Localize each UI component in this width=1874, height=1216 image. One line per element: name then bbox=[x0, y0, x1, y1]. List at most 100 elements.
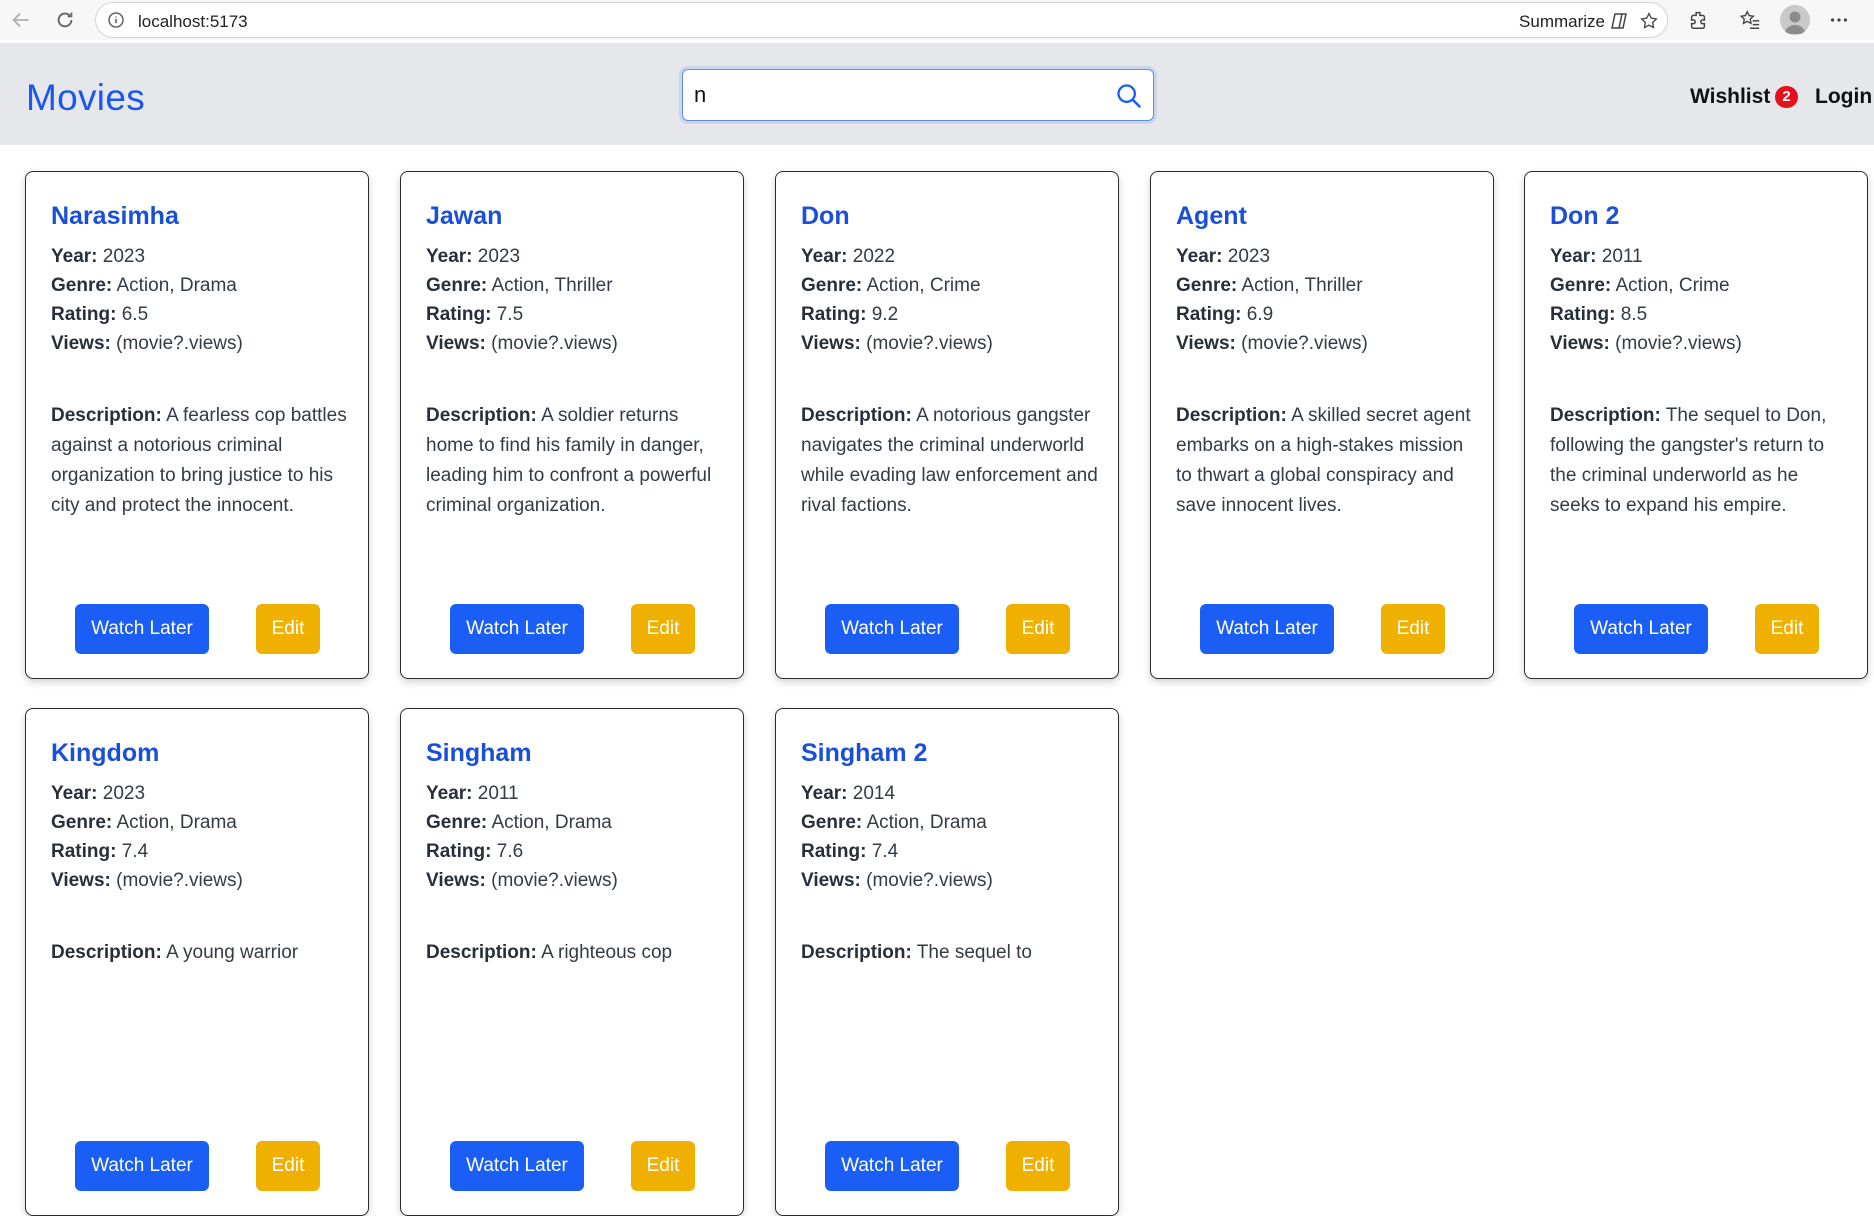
rating-value: 6.5 bbox=[121, 304, 149, 325]
edit-button[interactable]: Edit bbox=[256, 1141, 320, 1191]
more-icon[interactable] bbox=[1826, 7, 1852, 33]
rating-value: 7.5 bbox=[496, 304, 524, 325]
url-text[interactable]: localhost:5173 bbox=[138, 12, 248, 32]
movie-title[interactable]: Kingdom bbox=[51, 739, 159, 768]
genre-label: Genre: bbox=[51, 275, 113, 296]
extensions-icon[interactable] bbox=[1685, 7, 1711, 33]
rating-value: 7.4 bbox=[121, 841, 149, 862]
movie-views: Views: (movie?.views) bbox=[426, 333, 618, 355]
year-label: Year: bbox=[801, 246, 848, 267]
watch-later-button[interactable]: Watch Later bbox=[75, 604, 209, 654]
favorites-icon[interactable] bbox=[1737, 7, 1763, 33]
watch-later-button[interactable]: Watch Later bbox=[1574, 604, 1708, 654]
brand-title[interactable]: Movies bbox=[26, 77, 145, 119]
movie-card: Don 2 Year: 2011 Genre: Action, Crime Ra… bbox=[1524, 171, 1868, 679]
wishlist-link[interactable]: Wishlist 2 bbox=[1690, 85, 1798, 109]
movie-genre: Genre: Action, Drama bbox=[801, 812, 987, 834]
edit-button[interactable]: Edit bbox=[1006, 1141, 1070, 1191]
watch-later-button[interactable]: Watch Later bbox=[1200, 604, 1334, 654]
edit-button[interactable]: Edit bbox=[1006, 604, 1070, 654]
movie-description: Description: A soldier returns home to f… bbox=[426, 401, 724, 521]
copilot-icon[interactable] bbox=[1609, 11, 1629, 36]
movie-description: Description: A young warrior bbox=[51, 938, 349, 968]
reload-icon[interactable] bbox=[52, 7, 78, 33]
genre-value: Action, Thriller bbox=[1241, 275, 1363, 296]
genre-value: Action, Crime bbox=[1615, 275, 1730, 296]
edit-button[interactable]: Edit bbox=[631, 1141, 695, 1191]
year-value: 2011 bbox=[1601, 246, 1643, 267]
year-value: 2011 bbox=[477, 783, 519, 804]
views-value: (movie?.views) bbox=[866, 870, 993, 891]
profile-icon[interactable] bbox=[1780, 5, 1810, 35]
movie-title[interactable]: Singham 2 bbox=[801, 739, 927, 768]
description-label: Description: bbox=[1550, 405, 1661, 426]
edit-button[interactable]: Edit bbox=[1755, 604, 1819, 654]
movie-rating: Rating: 9.2 bbox=[801, 304, 898, 326]
movie-card: Singham 2 Year: 2014 Genre: Action, Dram… bbox=[775, 708, 1119, 1216]
genre-label: Genre: bbox=[1176, 275, 1238, 296]
year-label: Year: bbox=[1176, 246, 1223, 267]
rating-label: Rating: bbox=[51, 841, 117, 862]
movie-description: Description: A notorious gangster naviga… bbox=[801, 401, 1099, 521]
genre-label: Genre: bbox=[51, 812, 113, 833]
watch-later-button[interactable]: Watch Later bbox=[825, 604, 959, 654]
address-bar[interactable]: localhost:5173 Summarize bbox=[95, 2, 1668, 38]
views-value: (movie?.views) bbox=[1615, 333, 1742, 354]
description-label: Description: bbox=[426, 942, 537, 963]
movie-card: Don Year: 2022 Genre: Action, Crime Rati… bbox=[775, 171, 1119, 679]
movie-views: Views: (movie?.views) bbox=[426, 870, 618, 892]
views-value: (movie?.views) bbox=[116, 333, 243, 354]
views-label: Views: bbox=[426, 333, 486, 354]
description-value: The sequel to bbox=[916, 942, 1032, 963]
search-input[interactable] bbox=[694, 70, 1104, 120]
rating-value: 7.6 bbox=[496, 841, 524, 862]
description-label: Description: bbox=[801, 405, 912, 426]
app-header: Movies Wishlist 2 Login bbox=[0, 43, 1874, 145]
description-label: Description: bbox=[51, 405, 162, 426]
star-icon[interactable] bbox=[1639, 11, 1659, 36]
movie-views: Views: (movie?.views) bbox=[51, 870, 243, 892]
year-value: 2023 bbox=[1227, 246, 1271, 267]
views-value: (movie?.views) bbox=[491, 870, 618, 891]
movie-title[interactable]: Narasimha bbox=[51, 202, 179, 231]
browser-toolbar: localhost:5173 Summarize bbox=[0, 0, 1874, 40]
views-label: Views: bbox=[1176, 333, 1236, 354]
movie-description: Description: A righteous cop bbox=[426, 938, 724, 968]
info-icon[interactable] bbox=[108, 12, 124, 33]
movie-title[interactable]: Singham bbox=[426, 739, 532, 768]
edit-button[interactable]: Edit bbox=[631, 604, 695, 654]
movie-year: Year: 2023 bbox=[51, 246, 145, 268]
movie-rating: Rating: 6.9 bbox=[1176, 304, 1273, 326]
rating-value: 8.5 bbox=[1620, 304, 1648, 325]
movie-title[interactable]: Agent bbox=[1176, 202, 1247, 231]
views-value: (movie?.views) bbox=[116, 870, 243, 891]
genre-label: Genre: bbox=[1550, 275, 1612, 296]
watch-later-button[interactable]: Watch Later bbox=[450, 1141, 584, 1191]
movie-title[interactable]: Don 2 bbox=[1550, 202, 1619, 231]
year-label: Year: bbox=[1550, 246, 1597, 267]
movie-rating: Rating: 7.4 bbox=[801, 841, 898, 863]
movie-genre: Genre: Action, Crime bbox=[1550, 275, 1730, 297]
rating-value: 6.9 bbox=[1246, 304, 1274, 325]
edit-button[interactable]: Edit bbox=[256, 604, 320, 654]
movie-year: Year: 2023 bbox=[1176, 246, 1270, 268]
movie-year: Year: 2023 bbox=[426, 246, 520, 268]
login-link[interactable]: Login bbox=[1815, 85, 1872, 109]
back-icon[interactable] bbox=[8, 7, 34, 33]
movie-genre: Genre: Action, Drama bbox=[51, 275, 237, 297]
movie-title[interactable]: Don bbox=[801, 202, 850, 231]
edit-button[interactable]: Edit bbox=[1381, 604, 1445, 654]
watch-later-button[interactable]: Watch Later bbox=[825, 1141, 959, 1191]
search-icon[interactable] bbox=[1115, 82, 1143, 115]
movie-card: Jawan Year: 2023 Genre: Action, Thriller… bbox=[400, 171, 744, 679]
rating-value: 7.4 bbox=[871, 841, 899, 862]
wishlist-count-badge: 2 bbox=[1775, 86, 1798, 108]
movie-views: Views: (movie?.views) bbox=[801, 870, 993, 892]
search-box[interactable] bbox=[682, 69, 1154, 121]
watch-later-button[interactable]: Watch Later bbox=[450, 604, 584, 654]
movie-rating: Rating: 7.5 bbox=[426, 304, 523, 326]
rating-label: Rating: bbox=[426, 841, 492, 862]
watch-later-button[interactable]: Watch Later bbox=[75, 1141, 209, 1191]
summarize-button[interactable]: Summarize bbox=[1519, 12, 1605, 32]
movie-title[interactable]: Jawan bbox=[426, 202, 502, 231]
